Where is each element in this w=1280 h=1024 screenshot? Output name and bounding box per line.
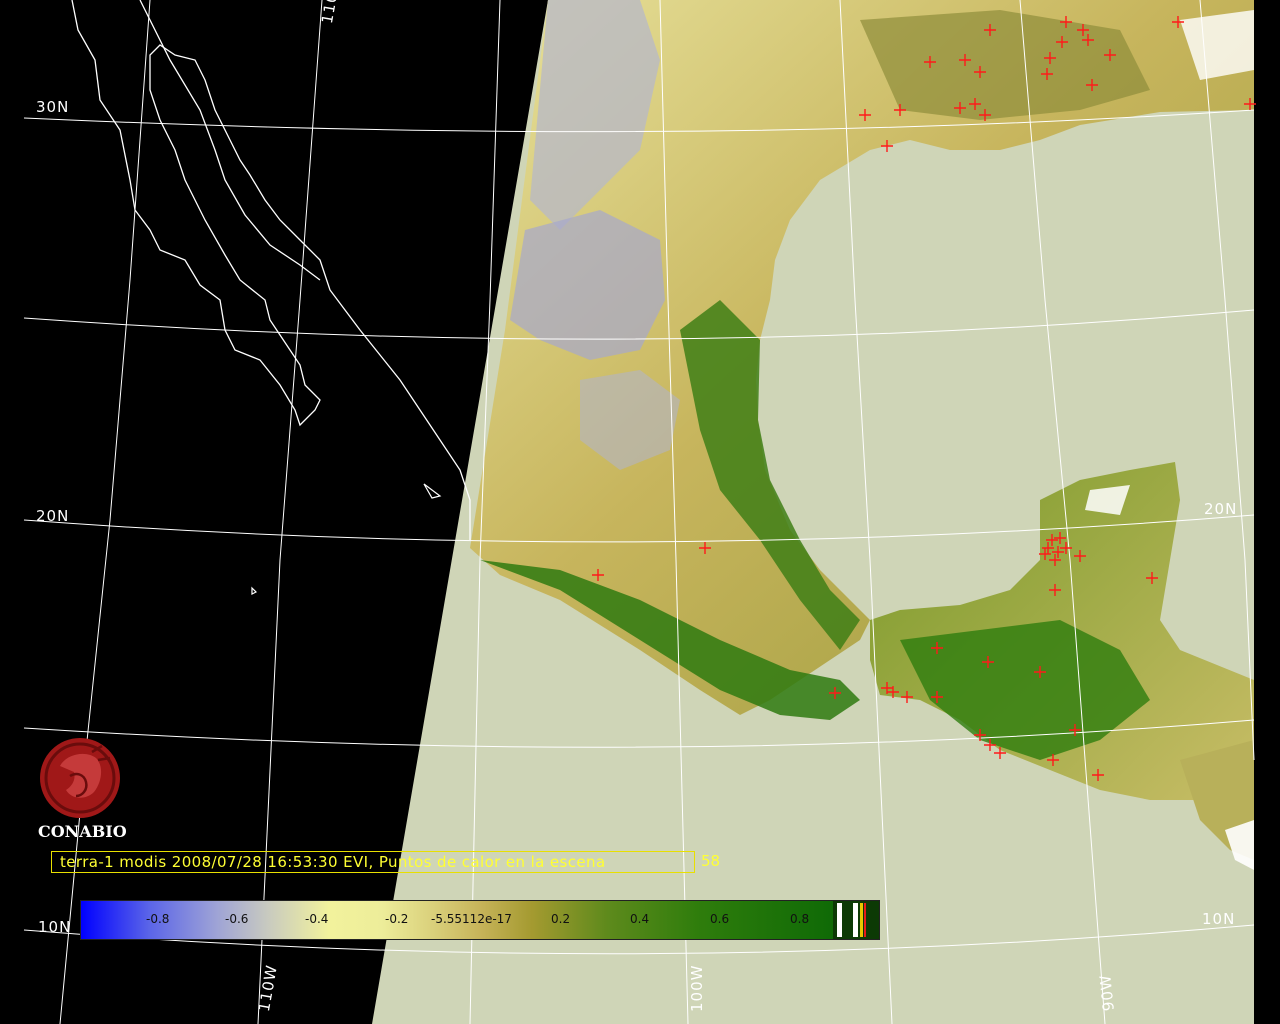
- lat-label-20n: 20N: [36, 507, 70, 525]
- lon-label-100w: 100W: [688, 964, 706, 1012]
- legend-tick: 0.4: [630, 912, 650, 926]
- legend-tick: 0.8: [790, 912, 810, 926]
- legend-tick: -0.6: [225, 912, 249, 926]
- legend-tick: -0.8: [146, 912, 170, 926]
- legend-tick: -5.55112e-17: [431, 912, 512, 926]
- legend-tick: -0.4: [305, 912, 329, 926]
- lat-label-30n: 30N: [36, 98, 70, 116]
- scene-caption: terra-1 modis 2008/07/28 16:53:30 EVI, P…: [51, 851, 695, 873]
- legend-tick: -0.2: [385, 912, 409, 926]
- lat-label-10n-right: 10N: [1202, 910, 1236, 928]
- hotspot-count: 58: [701, 852, 721, 870]
- legend-tick: 0.2: [551, 912, 571, 926]
- lat-label-10n: 10N: [38, 918, 72, 936]
- logo-text: CONABIO: [38, 822, 127, 841]
- legend-tick: 0.6: [710, 912, 730, 926]
- color-legend: -0.8 -0.6 -0.4 -0.2 -5.55112e-17 0.2 0.4…: [80, 900, 880, 940]
- lat-label-20n-right: 20N: [1204, 500, 1238, 518]
- lon-label-90w: 90W: [1096, 973, 1118, 1012]
- legend-end-block: [833, 901, 879, 939]
